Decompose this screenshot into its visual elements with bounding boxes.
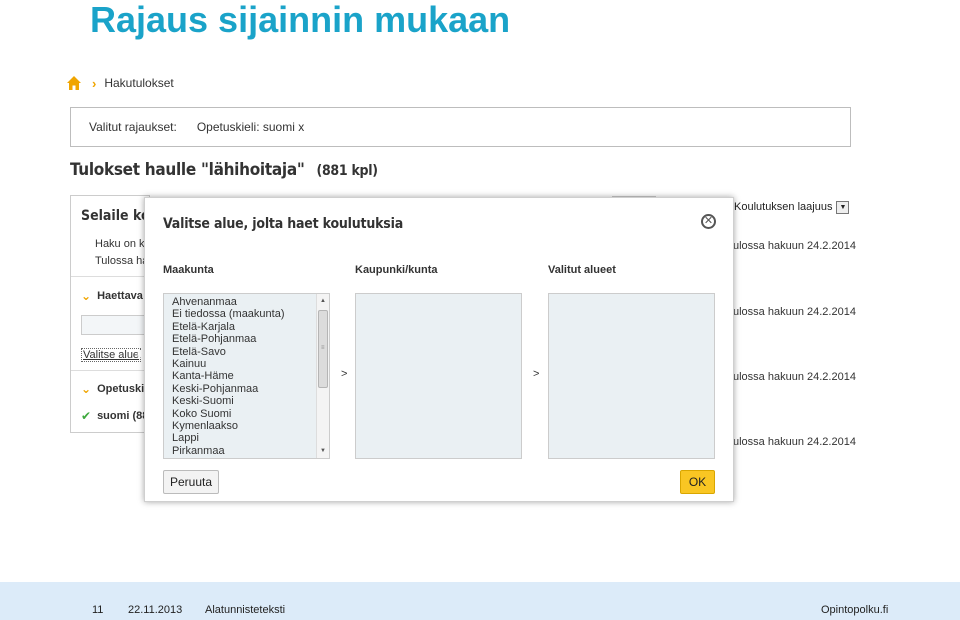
list-item[interactable]: Kainuu: [172, 358, 285, 370]
facet-section-location-label: Haettava: [97, 290, 143, 302]
sort-select-value: Koulutuksen laajuus: [734, 201, 833, 213]
breadcrumb-current: Hakutulokset: [104, 76, 174, 90]
ok-button[interactable]: OK: [680, 470, 715, 494]
scrollbar[interactable]: ▲ ≡ ▼: [316, 294, 329, 458]
results-title: Tulokset haulle "lähihoitaja": [70, 160, 305, 180]
list-item[interactable]: Ei tiedossa (maakunta): [172, 308, 285, 320]
slide-title: Rajaus sijainnin mukaan: [90, 0, 511, 40]
list-item[interactable]: Lappi: [172, 432, 285, 444]
result-date: ulossa hakuun 24.2.2014: [733, 240, 856, 252]
dialog-title: Valitse alue, jolta haet koulutuksia: [163, 216, 404, 232]
list-item[interactable]: Kanta-Häme: [172, 370, 285, 382]
list-item[interactable]: Kymenlaakso: [172, 420, 285, 432]
footer-text: Alatunnisteteksti: [205, 604, 286, 616]
facet-panel: Selaile koul Haku on k Tulossa ha ⌄ Haet…: [70, 195, 150, 433]
footer-date: 22.11.2013: [128, 604, 183, 616]
close-icon[interactable]: ✕: [701, 214, 716, 229]
facet-text-upcoming[interactable]: Tulossa ha: [95, 255, 148, 267]
column-header-selected: Valitut alueet: [548, 264, 616, 276]
region-options: Ahvenanmaa Ei tiedossa (maakunta) Etelä-…: [172, 296, 285, 457]
selected-filters-bar: Valitut rajaukset: Opetuskieli: suomi x: [70, 107, 851, 147]
result-date: ulossa hakuun 24.2.2014: [733, 371, 856, 383]
home-icon[interactable]: [66, 75, 82, 91]
cancel-button[interactable]: Peruuta: [163, 470, 219, 494]
select-location-link[interactable]: Valitse alue: [81, 348, 142, 362]
chevron-down-icon: ⌄: [81, 382, 92, 396]
column-header-city: Kaupunki/kunta: [355, 264, 438, 276]
location-input[interactable]: [81, 315, 149, 335]
results-count: (881 kpl): [316, 163, 379, 179]
result-date: ulossa hakuun 24.2.2014: [733, 436, 856, 448]
footer-brand: Opintopolku.fi: [821, 604, 889, 616]
facet-text-search-status[interactable]: Haku on k: [95, 238, 145, 250]
slide-footer: 11 22.11.2013 Alatunnisteteksti Opintopo…: [0, 582, 960, 620]
facet-section-location[interactable]: ⌄ Haettava: [81, 289, 143, 303]
chevron-down-icon: ⌄: [81, 289, 92, 303]
location-dialog: Valitse alue, jolta haet koulutuksia ✕ M…: [144, 197, 734, 502]
list-item[interactable]: Koko Suomi: [172, 408, 285, 420]
list-item[interactable]: Pirkanmaa: [172, 445, 285, 457]
breadcrumb: › Hakutulokset: [66, 74, 174, 92]
language-option-finnish[interactable]: ✔ suomi (88: [81, 409, 148, 423]
divider: [71, 370, 149, 371]
list-item[interactable]: Keski-Suomi: [172, 395, 285, 407]
city-listbox[interactable]: [355, 293, 522, 459]
list-item[interactable]: Etelä-Pohjanmaa: [172, 333, 285, 345]
facet-panel-title: Selaile koul: [81, 208, 150, 224]
checkmark-icon: ✔: [81, 409, 92, 423]
selected-areas-listbox[interactable]: [548, 293, 715, 459]
results-heading: Tulokset haulle "lähihoitaja" (881 kpl): [70, 160, 378, 180]
region-listbox[interactable]: Ahvenanmaa Ei tiedossa (maakunta) Etelä-…: [163, 293, 330, 459]
page-number: 11: [92, 604, 104, 616]
move-arrow-region-to-city[interactable]: >: [341, 368, 347, 380]
list-item[interactable]: Keski-Pohjanmaa: [172, 383, 285, 395]
list-item[interactable]: Ahvenanmaa: [172, 296, 285, 308]
move-arrow-city-to-selected[interactable]: >: [533, 368, 539, 380]
sort-select[interactable]: Koulutuksen laajuus ▼: [734, 198, 850, 216]
list-item[interactable]: Etelä-Karjala: [172, 321, 285, 333]
facet-section-language-label: Opetuski: [97, 383, 145, 395]
result-date: ulossa hakuun 24.2.2014: [733, 306, 856, 318]
list-item[interactable]: Etelä-Savo: [172, 346, 285, 358]
facet-section-language[interactable]: ⌄ Opetuski: [81, 382, 144, 396]
chevron-right-icon: ›: [92, 75, 97, 91]
filter-chip-language[interactable]: Opetuskieli: suomi x: [197, 120, 304, 134]
column-header-region: Maakunta: [163, 264, 214, 276]
scrollbar-thumb[interactable]: ≡: [318, 310, 328, 388]
divider: [71, 276, 149, 277]
scroll-down-icon[interactable]: ▼: [317, 445, 329, 457]
dropdown-arrow-icon[interactable]: ▼: [836, 200, 850, 214]
selected-filters-label: Valitut rajaukset:: [89, 120, 177, 134]
language-option-label: suomi (88: [97, 410, 149, 422]
grip-icon: ≡: [321, 345, 325, 351]
scroll-up-icon[interactable]: ▲: [317, 295, 329, 307]
